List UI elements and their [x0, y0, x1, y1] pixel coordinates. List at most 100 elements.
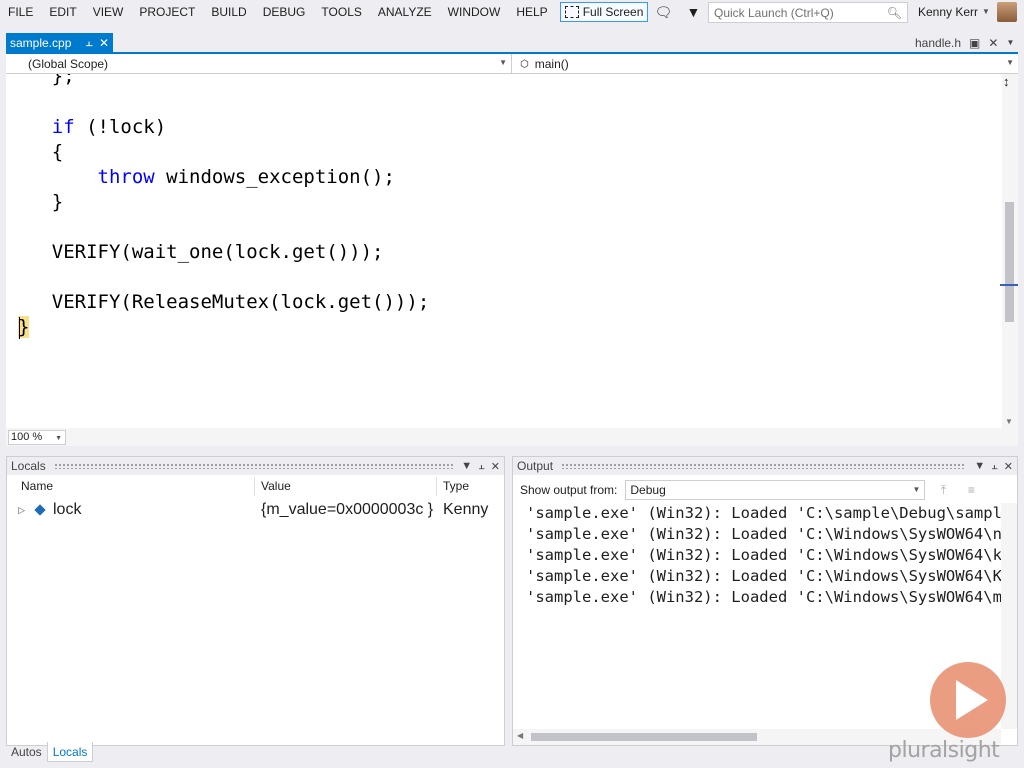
drag-grip[interactable] — [53, 463, 454, 469]
code-line: VERIFY(wait_one(lock.get())); — [51, 241, 384, 263]
scrollbar-thumb[interactable] — [531, 733, 757, 741]
output-text[interactable]: 'sample.exe' (Win32): Loaded 'C:\sample\… — [513, 503, 1001, 729]
chevron-down-icon: ▼ — [55, 435, 62, 442]
expand-arrow-icon[interactable]: ▷ — [7, 505, 25, 516]
output-line: 'sample.exe' (Win32): Loaded 'C:\sample\… — [526, 504, 1001, 522]
table-row[interactable]: ▷ lock {m_value=0x0000003c } Kenny — [7, 499, 504, 521]
menu-analyze[interactable]: ANALYZE — [370, 0, 440, 24]
quick-launch-input[interactable]: Quick Launch (Ctrl+Q) 🔍︎ — [708, 2, 908, 23]
column-header-name[interactable]: Name — [7, 477, 255, 496]
menu-project[interactable]: PROJECT — [131, 0, 203, 24]
close-icon[interactable]: ✕ — [988, 36, 998, 50]
editor-status-strip: 100 % ▼ — [6, 428, 1018, 446]
output-header: Output ▼ ⫠ ✕ — [513, 457, 1017, 475]
column-header-type[interactable]: Type — [437, 477, 485, 496]
tab-label: sample.cpp — [10, 35, 72, 50]
promote-icon[interactable]: ▣ — [969, 36, 980, 50]
chevron-down-icon: ▼ — [1006, 58, 1014, 67]
output-toolbar: Show output from: Debug ▼ ⤒ ≡ — [513, 479, 1017, 501]
output-source-value: Debug — [630, 483, 666, 497]
locals-window: Locals ▼ ⫠ ✕ Name Value Type ▷ lock {m_v… — [6, 456, 505, 746]
tab-label: handle.h — [915, 35, 962, 50]
show-output-label: Show output from: — [520, 483, 618, 497]
zoom-value: 100 % — [11, 431, 43, 443]
full-screen-icon — [564, 6, 579, 18]
function-icon: ⬡ — [520, 58, 529, 70]
play-icon — [930, 662, 1006, 738]
chevron-down-icon: ▼ — [912, 485, 921, 494]
full-screen-label: Full Screen — [582, 5, 644, 19]
avatar[interactable] — [997, 2, 1017, 22]
close-icon[interactable]: ✕ — [99, 36, 109, 50]
caret-position-marker — [1000, 284, 1018, 286]
panel-title: Output — [517, 459, 554, 473]
menu-help[interactable]: HELP — [508, 0, 555, 24]
member-value: main() — [534, 57, 569, 71]
tab-handle-h[interactable]: handle.h ▣ ✕ ▼ — [915, 33, 1014, 52]
menu-window[interactable]: WINDOW — [440, 0, 509, 24]
code-line: throw windows_exception(); — [97, 166, 395, 188]
filter-icon[interactable]: ▼ — [678, 0, 708, 24]
window-menu-icon[interactable]: ▼ — [974, 460, 985, 473]
pin-icon[interactable]: ⫠ — [991, 460, 998, 473]
editor-vertical-scrollbar[interactable]: ↕ ▼ — [1000, 74, 1018, 428]
column-header-value[interactable]: Value — [255, 477, 437, 496]
tab-locals[interactable]: Locals — [46, 742, 94, 762]
menu-view[interactable]: VIEW — [85, 0, 132, 24]
split-icon[interactable]: ↕ — [1003, 74, 1010, 89]
chevron-left-icon[interactable]: ◀ — [517, 731, 523, 740]
chevron-down-icon: ▼ — [499, 58, 507, 67]
document-tab-strip: sample.cpp ⫠ ✕ — [0, 33, 1024, 52]
member-dropdown[interactable]: ⬡ main() ▼ — [512, 54, 1018, 74]
output-line: 'sample.exe' (Win32): Loaded 'C:\Windows… — [526, 588, 1001, 606]
menu-file[interactable]: FILE — [0, 0, 41, 24]
text-caret — [19, 317, 20, 339]
local-name: lock — [53, 501, 82, 518]
tab-autos[interactable]: Autos — [6, 742, 47, 762]
chevron-down-icon[interactable]: ▼ — [1006, 38, 1014, 47]
keyword: throw — [97, 166, 155, 188]
menu-build[interactable]: BUILD — [203, 0, 254, 24]
menu-edit[interactable]: EDIT — [41, 0, 84, 24]
drag-grip[interactable] — [561, 463, 967, 469]
close-icon[interactable]: ✕ — [491, 460, 500, 473]
window-menu-icon[interactable]: ▼ — [461, 460, 472, 473]
full-screen-button[interactable]: Full Screen — [559, 2, 649, 22]
close-icon[interactable]: ✕ — [1004, 460, 1013, 473]
navigation-bar: (Global Scope) ▼ ⬡ main() ▼ — [6, 54, 1018, 74]
local-value[interactable]: {m_value=0x0000003c } — [255, 501, 437, 519]
menu-tools[interactable]: TOOLS — [313, 0, 369, 24]
quick-launch-placeholder: Quick Launch (Ctrl+Q) — [714, 5, 834, 20]
code-line: if (!lock) — [51, 116, 167, 138]
menu-debug[interactable]: DEBUG — [255, 0, 314, 24]
panel-title: Locals — [11, 459, 46, 473]
user-name[interactable]: Kenny Kerr — [918, 0, 978, 24]
object-icon — [34, 504, 46, 516]
locals-column-headers: Name Value Type — [7, 477, 504, 496]
zoom-dropdown[interactable]: 100 % ▼ — [8, 430, 66, 445]
pin-icon[interactable]: ⫠ — [86, 35, 93, 50]
tab-sample-cpp[interactable]: sample.cpp ⫠ ✕ — [6, 33, 113, 52]
code-editor[interactable]: }; if (!lock) { throw windows_exception(… — [6, 74, 1002, 428]
output-line: 'sample.exe' (Win32): Loaded 'C:\Windows… — [526, 546, 1001, 564]
brand-watermark: pluralsight — [888, 738, 1000, 763]
scrollbar-thumb[interactable] — [1005, 202, 1014, 322]
pin-icon[interactable]: ⫠ — [478, 460, 485, 473]
scope-dropdown[interactable]: (Global Scope) ▼ — [6, 54, 512, 74]
find-message-icon[interactable]: ⤒ — [933, 483, 953, 498]
locals-header: Locals ▼ ⫠ ✕ — [7, 457, 504, 475]
output-source-dropdown[interactable]: Debug ▼ — [625, 480, 926, 500]
code-line: }; — [51, 74, 75, 87]
feedback-icon[interactable]: 🗨 — [648, 0, 678, 24]
code-line: } — [51, 191, 64, 213]
code-line: { — [51, 141, 64, 163]
chevron-down-icon[interactable]: ▼ — [1005, 417, 1013, 426]
clear-all-icon[interactable]: ≡ — [961, 483, 981, 497]
code-line: VERIFY(ReleaseMutex(lock.get())); — [51, 291, 430, 313]
bottom-tab-strip: Autos Locals — [6, 742, 94, 762]
search-icon: 🔍︎ — [886, 5, 902, 20]
output-line: 'sample.exe' (Win32): Loaded 'C:\Windows… — [526, 525, 1001, 543]
scope-value: (Global Scope) — [28, 57, 109, 71]
local-type: Kenny — [443, 501, 489, 518]
chevron-down-icon[interactable]: ▼ — [982, 0, 990, 24]
